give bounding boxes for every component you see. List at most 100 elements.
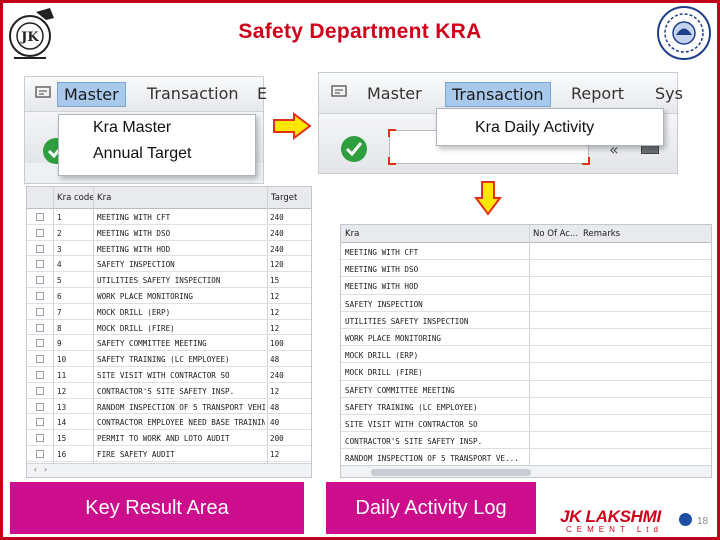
remarks-input[interactable] [583,382,707,397]
scroll-thumb[interactable] [371,469,531,476]
table-row[interactable]: 3 MEETING WITH HOD 240 [27,241,311,257]
table-row[interactable]: 14 CONTRACTOR EMPLOYEE NEED BASE TRAINING… [27,414,311,431]
activity-count-input[interactable] [531,296,579,311]
menu-toggle-icon[interactable] [35,86,53,100]
table-row[interactable]: WORK PLACE MONITORING [341,329,711,347]
activity-count-input[interactable] [531,364,579,379]
menu-transaction[interactable]: Transaction [445,82,551,107]
menu-item-kra-daily-activity[interactable]: Kra Daily Activity [437,109,663,141]
table-row[interactable]: SAFETY TRAINING (LC EMPLOYEE) [341,398,711,415]
menu-item-annual-target[interactable]: Annual Target [59,141,255,167]
menu-system[interactable]: Sys [649,82,689,105]
row-checkbox[interactable] [36,434,44,443]
table-row[interactable]: SITE VISIT WITH CONTRACTOR SO [341,415,711,433]
table-row[interactable]: 8 MOCK DRILL (FIRE) 12 [27,320,311,336]
table-row[interactable]: SAFETY INSPECTION [341,295,711,312]
scroll-left-icon[interactable]: ‹ [33,465,38,474]
row-checkbox[interactable] [36,213,44,221]
table-row[interactable]: 5 UTILITIES SAFETY INSPECTION 15 [27,272,311,288]
activity-count-input[interactable] [531,313,579,328]
activity-count-input[interactable] [531,382,579,397]
column-header-kra[interactable]: Kra [345,229,359,239]
remarks-input[interactable] [583,364,707,379]
menu-transaction[interactable]: Transaction [141,82,245,105]
table-row[interactable]: 10 SAFETY TRAINING (LC EMPLOYEE) 48 [27,351,311,367]
activity-count-input[interactable] [531,433,579,448]
menu-master[interactable]: Master [361,82,428,105]
row-checkbox[interactable] [36,339,44,348]
column-header-target[interactable]: Target [271,193,297,203]
table-row[interactable]: 4 SAFETY INSPECTION 120 [27,256,311,273]
table-row[interactable]: 16 FIRE SAFETY AUDIT 12 [27,446,311,462]
menu-extra[interactable]: E [251,82,273,105]
column-header-kra[interactable]: Kra [97,193,111,203]
remarks-input[interactable] [583,261,707,276]
row-checkbox[interactable] [36,402,44,411]
table-row[interactable]: MOCK DRILL (ERP) [341,346,711,364]
menu-master[interactable]: Master [57,82,126,107]
cell-kra: MEETING WITH CFT [345,248,419,257]
activity-count-input[interactable] [531,261,579,276]
row-checkbox[interactable] [36,355,44,364]
remarks-input[interactable] [583,433,707,448]
table-row[interactable]: MEETING WITH DSO [341,260,711,278]
activity-count-input[interactable] [531,416,579,431]
menu-toggle-icon[interactable] [331,85,349,99]
table-row[interactable]: CONTRACTOR'S SITE SAFETY INSP. [341,432,711,450]
remarks-input[interactable] [583,450,707,465]
row-checkbox[interactable] [36,292,44,300]
remarks-input[interactable] [583,278,707,293]
row-checkbox[interactable] [36,323,44,332]
column-header-remarks[interactable]: Remarks [583,229,620,239]
table-row[interactable]: 6 WORK PLACE MONITORING 12 [27,288,311,304]
row-checkbox[interactable] [36,260,44,269]
activity-count-input[interactable] [531,278,579,293]
cell-kra: MOCK DRILL (FIRE) [97,323,175,333]
activity-count-input[interactable] [531,330,579,345]
table-row[interactable]: RANDOM INSPECTION OF 5 TRANSPORT VE... [341,449,711,467]
table-row[interactable]: 7 MOCK DRILL (ERP) 12 [27,304,311,320]
cell-kra: MOCK DRILL (FIRE) [345,368,423,378]
table-row[interactable]: SAFETY COMMITTEE MEETING [341,381,711,398]
row-checkbox[interactable] [36,450,44,458]
activity-count-input[interactable] [531,244,579,259]
table-row[interactable]: 15 PERMIT TO WORK AND LOTO AUDIT 200 [27,430,311,446]
horizontal-scrollbar[interactable] [341,465,711,477]
row-checkbox[interactable] [36,228,44,237]
table-row[interactable]: 13 RANDOM INSPECTION OF 5 TRANSPORT VEHI.… [27,399,311,415]
remarks-input[interactable] [583,296,707,311]
table-row[interactable]: 2 MEETING WITH DSO 240 [27,225,311,241]
row-checkbox[interactable] [36,244,44,253]
table-row[interactable]: UTILITIES SAFETY INSPECTION [341,312,711,329]
row-checkbox[interactable] [36,276,44,285]
execute-check-icon[interactable] [341,136,367,162]
menu-report[interactable]: Report [565,82,630,105]
activity-count-input[interactable] [531,450,579,465]
horizontal-scrollbar[interactable]: ‹ › [27,463,311,477]
row-checkbox[interactable] [36,386,44,395]
cell-kra: SAFETY COMMITTEE MEETING [97,339,207,349]
table-row[interactable]: 9 SAFETY COMMITTEE MEETING 100 [27,335,311,352]
activity-count-input[interactable] [531,399,579,414]
table-row[interactable]: MEETING WITH CFT [341,243,711,261]
column-header-kra-code[interactable]: Kra code [57,193,94,203]
remarks-input[interactable] [583,330,707,345]
activity-count-input[interactable] [531,347,579,362]
table-row[interactable]: 12 CONTRACTOR'S SITE SAFETY INSP. 12 [27,383,311,399]
row-checkbox[interactable] [36,371,44,379]
remarks-input[interactable] [583,347,707,362]
remarks-input[interactable] [583,244,707,259]
remarks-input[interactable] [583,313,707,328]
table-row[interactable]: 11 SITE VISIT WITH CONTRACTOR SO 240 [27,367,311,383]
table-row[interactable]: MOCK DRILL (FIRE) [341,363,711,381]
cell-kra-code: 14 [57,418,67,428]
row-checkbox[interactable] [36,307,44,316]
scroll-right-icon[interactable]: › [43,465,48,474]
column-header-no-of-activities[interactable]: No Of Ac... [533,229,578,239]
menu-item-kra-master[interactable]: Kra Master [59,115,255,141]
row-checkbox[interactable] [36,418,44,427]
table-row[interactable]: MEETING WITH HOD [341,277,711,295]
remarks-input[interactable] [583,399,707,414]
table-row[interactable]: 1 MEETING WITH CFT 240 [27,209,311,225]
remarks-input[interactable] [583,416,707,431]
